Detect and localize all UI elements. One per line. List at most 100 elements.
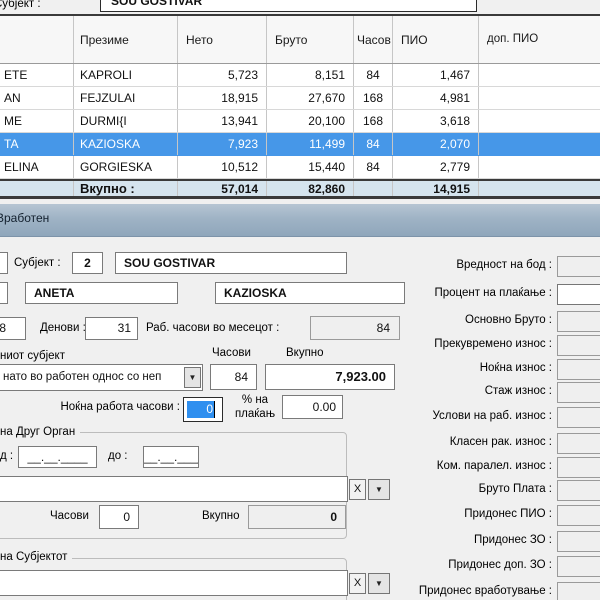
night-hours-input[interactable]: 0 bbox=[183, 397, 223, 422]
text-cursor bbox=[214, 401, 215, 418]
pct-label-line1: % на bbox=[230, 394, 280, 406]
organ-total-field[interactable]: 0 bbox=[248, 505, 346, 529]
total-pio: 14,915 bbox=[393, 181, 479, 196]
clipped-field-left-a[interactable] bbox=[0, 252, 8, 274]
cell-bruto: 11,499 bbox=[267, 133, 354, 155]
days-field[interactable]: 31 bbox=[85, 317, 138, 340]
right-label-1: Процент на плаќање : bbox=[402, 287, 552, 299]
right-label-4: Ноќна износ : bbox=[402, 362, 552, 374]
col-header-pio: ПИО bbox=[393, 16, 479, 63]
work-group-title: ниот субјект bbox=[0, 350, 65, 362]
cell-pio: 2,779 bbox=[393, 156, 479, 178]
cell-bruto: 8,151 bbox=[267, 64, 354, 86]
cell-hours: 168 bbox=[354, 87, 393, 109]
total-bruto: 82,860 bbox=[267, 181, 354, 196]
total-neto: 57,014 bbox=[178, 181, 267, 196]
table-header-row: Презиме Нето Бруто Часов ПИО доп. ПИО bbox=[0, 16, 600, 64]
right-field-10 bbox=[557, 505, 600, 526]
total-label: Вкупно : bbox=[74, 181, 178, 196]
cell-bruto: 15,440 bbox=[267, 156, 354, 178]
top-subject-strip: Субјект : SOU GOSTIVAR bbox=[0, 0, 600, 14]
subject-name-field[interactable]: SOU GOSTIVAR bbox=[115, 252, 347, 274]
right-field-7 bbox=[557, 433, 600, 454]
table-row[interactable]: ELINA GORGIESKA 10,512 15,440 84 2,779 bbox=[0, 156, 600, 179]
work-total-field[interactable]: 7,923.00 bbox=[265, 364, 395, 390]
month-hours-field[interactable]: 84 bbox=[310, 316, 400, 340]
other-organ-title: на Друг Орган bbox=[0, 426, 80, 438]
payroll-app-window: Субјект : SOU GOSTIVAR Презиме Нето Брут… bbox=[0, 0, 600, 600]
cell-dop-pio bbox=[479, 87, 600, 109]
right-label-0: Вредност на бод : bbox=[402, 259, 552, 271]
right-label-8: Ком. паралел. износ : bbox=[402, 460, 552, 472]
cell-name: AN bbox=[0, 87, 74, 109]
chevron-down-icon[interactable]: ▼ bbox=[184, 367, 201, 388]
right-label-2: Основно Бруто : bbox=[402, 314, 552, 326]
hours-168-field[interactable]: 168 bbox=[0, 317, 26, 340]
col-header-surname: Презиме bbox=[74, 16, 178, 63]
right-label-7: Класен рак. износ : bbox=[402, 436, 552, 448]
right-field-9 bbox=[557, 480, 600, 501]
work-relation-combobox[interactable]: нато во работен однос со неп bbox=[0, 364, 203, 391]
cell-surname: KAZIOSKA bbox=[74, 133, 178, 155]
cell-pio: 3,618 bbox=[393, 110, 479, 132]
cell-dop-pio bbox=[479, 110, 600, 132]
right-label-11: Придонес ЗО : bbox=[402, 534, 552, 546]
cell-neto: 5,723 bbox=[178, 64, 267, 86]
clear-button[interactable]: X bbox=[349, 479, 366, 500]
right-label-10: Придонес ПИО : bbox=[402, 508, 552, 520]
work-total-header: Вкупно bbox=[286, 347, 324, 359]
cell-dop-pio bbox=[479, 156, 600, 178]
right-label-5: Стаж износ : bbox=[402, 385, 552, 397]
cell-pio: 1,467 bbox=[393, 64, 479, 86]
table-row[interactable]: AN FEJZULAI 18,915 27,670 168 4,981 bbox=[0, 87, 600, 110]
chevron-down-icon[interactable]: ▼ bbox=[368, 479, 390, 500]
cell-surname: DURMI{I bbox=[74, 110, 178, 132]
cell-name: ME bbox=[0, 110, 74, 132]
days-label: Денови : bbox=[40, 322, 86, 334]
panel-title: Вработен bbox=[0, 211, 49, 225]
clipped-field-left-b[interactable] bbox=[0, 282, 8, 304]
chevron-down-icon[interactable]: ▼ bbox=[368, 573, 390, 594]
right-label-13: Придонес вработување : bbox=[402, 585, 552, 597]
subject-work-combobox[interactable] bbox=[0, 570, 348, 596]
cell-pio: 2,070 bbox=[393, 133, 479, 155]
cell-surname: FEJZULAI bbox=[74, 87, 178, 109]
right-field-1[interactable] bbox=[557, 284, 600, 305]
date-from-input[interactable]: __.__.____ bbox=[18, 446, 97, 468]
subject-name-input[interactable]: SOU GOSTIVAR bbox=[100, 0, 477, 12]
employee-panel-header[interactable]: Вработен bbox=[0, 204, 600, 237]
work-hours-field[interactable]: 84 bbox=[210, 364, 257, 390]
night-hours-selection: 0 bbox=[187, 401, 214, 418]
cell-surname: KAPROLI bbox=[74, 64, 178, 86]
col-header-dop-pio: доп. ПИО bbox=[479, 16, 600, 63]
right-field-4 bbox=[557, 359, 600, 380]
table-row[interactable]: ME DURMI{I 13,941 20,100 168 3,618 bbox=[0, 110, 600, 133]
right-label-12: Придонес доп. ЗО : bbox=[402, 559, 552, 571]
first-name-field[interactable]: ANETA bbox=[25, 282, 178, 304]
right-field-8 bbox=[557, 457, 600, 478]
clear-button[interactable]: X bbox=[349, 573, 366, 594]
cell-hours: 168 bbox=[354, 110, 393, 132]
cell-total-blank bbox=[0, 181, 74, 196]
other-organ-combobox[interactable] bbox=[0, 476, 348, 502]
right-label-6: Услови на раб. износ : bbox=[402, 410, 552, 422]
last-name-field[interactable]: KAZIOSKA bbox=[215, 282, 405, 304]
subject-id-field[interactable]: 2 bbox=[72, 252, 103, 274]
date-to-input[interactable]: __.__.____ bbox=[143, 446, 199, 468]
organ-hours-field[interactable]: 0 bbox=[99, 505, 139, 529]
pct-value-field[interactable]: 0.00 bbox=[282, 395, 343, 419]
table-row[interactable]: ETE KAPROLI 5,723 8,151 84 1,467 bbox=[0, 64, 600, 87]
pct-label-line2: плаќањ bbox=[230, 408, 280, 420]
col-header-neto: Нето bbox=[178, 16, 267, 63]
right-field-13 bbox=[557, 582, 600, 600]
col-header-bruto: Бруто bbox=[267, 16, 354, 63]
employee-table: Презиме Нето Бруто Часов ПИО доп. ПИО ET… bbox=[0, 14, 600, 199]
right-label-3: Прекувремено износ : bbox=[402, 338, 552, 350]
cell-surname: GORGIESKA bbox=[74, 156, 178, 178]
cell-pio: 4,981 bbox=[393, 87, 479, 109]
right-field-12 bbox=[557, 556, 600, 577]
cell-bruto: 27,670 bbox=[267, 87, 354, 109]
total-dop-pio bbox=[479, 181, 600, 196]
cell-neto: 13,941 bbox=[178, 110, 267, 132]
table-row-selected[interactable]: TA KAZIOSKA 7,923 11,499 84 2,070 bbox=[0, 133, 600, 156]
